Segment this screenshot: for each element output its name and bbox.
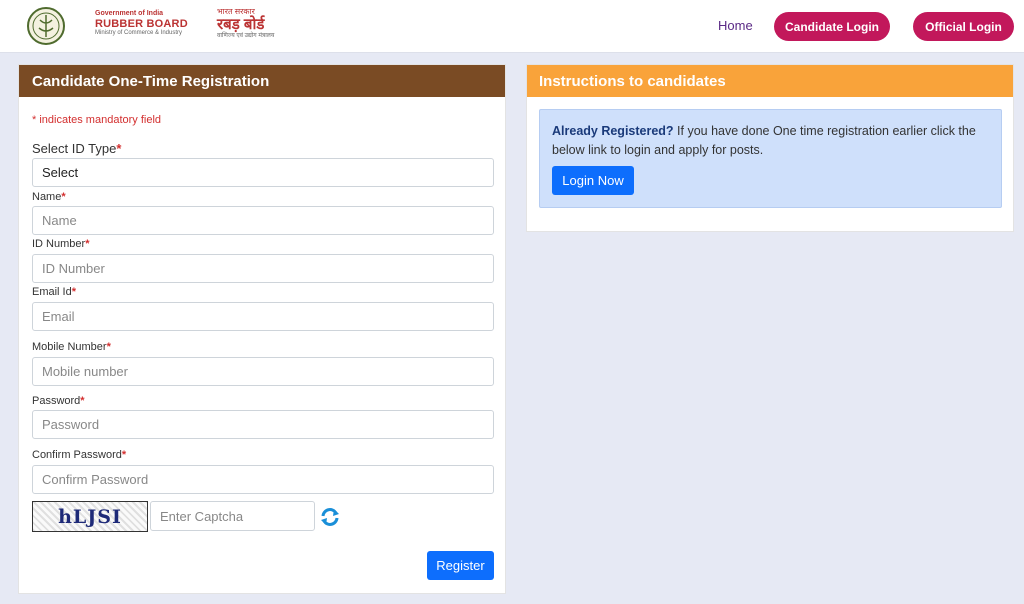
mandatory-note: * indicates mandatory field xyxy=(32,114,162,126)
already-registered-box: Already Registered? If you have done One… xyxy=(539,109,1002,208)
org-hi-line2: रबड़ बोर्ड xyxy=(217,15,265,33)
org-name-english: Government of India RUBBER BOARD Ministr… xyxy=(95,10,188,36)
official-login-button[interactable]: Official Login xyxy=(913,12,1014,41)
required-mark: * xyxy=(80,395,85,407)
email-label: Email Id* xyxy=(32,286,77,298)
required-mark: * xyxy=(106,341,111,353)
password-label: Password* xyxy=(32,395,85,407)
registration-card: Candidate One-Time Registration * indica… xyxy=(18,64,506,594)
id-type-label: Select ID Type* xyxy=(32,141,122,156)
org-line3: Ministry of Commerce & Industry xyxy=(95,29,183,36)
mobile-label: Mobile Number* xyxy=(32,341,111,353)
login-now-button[interactable]: Login Now xyxy=(552,166,634,195)
email-input[interactable]: Email xyxy=(32,302,494,331)
required-mark: * xyxy=(71,286,77,298)
name-label: Name* xyxy=(32,191,66,203)
top-header: Government of India RUBBER BOARD Ministr… xyxy=(0,0,1024,53)
rubber-board-emblem-icon xyxy=(27,7,65,45)
org-line2: RUBBER BOARD xyxy=(95,17,188,30)
required-mark: * xyxy=(116,141,122,156)
id-type-select[interactable]: Select xyxy=(32,158,494,187)
instructions-title: Instructions to candidates xyxy=(527,65,1013,97)
already-registered-heading: Already Registered? xyxy=(552,124,674,138)
registration-title: Candidate One-Time Registration xyxy=(19,65,505,97)
candidate-login-button[interactable]: Candidate Login xyxy=(774,12,890,41)
required-mark: * xyxy=(121,449,127,461)
required-mark: * xyxy=(61,191,66,203)
captcha-input[interactable]: Enter Captcha xyxy=(150,501,315,531)
org-line1: Government of India xyxy=(95,10,164,17)
confirm-password-label: Confirm Password* xyxy=(32,449,127,461)
confirm-password-input[interactable]: Confirm Password xyxy=(32,465,494,494)
id-number-input[interactable]: ID Number xyxy=(32,254,494,283)
org-name-hindi: भारत सरकार रबड़ बोर्ड वाणिज्य एवं उद्योग… xyxy=(217,7,275,40)
captcha-image: hLJSI xyxy=(32,501,148,532)
required-mark: * xyxy=(85,238,90,250)
mobile-input[interactable]: Mobile number xyxy=(32,357,494,386)
id-number-label: ID Number* xyxy=(32,238,90,250)
password-input[interactable]: Password xyxy=(32,410,494,439)
nav-home-link[interactable]: Home xyxy=(718,18,753,33)
org-hi-line3: वाणिज्य एवं उद्योग मंत्रालय xyxy=(217,33,275,40)
name-input[interactable]: Name xyxy=(32,206,494,235)
refresh-captcha-icon[interactable] xyxy=(319,506,341,528)
register-button[interactable]: Register xyxy=(427,551,494,580)
instructions-card: Instructions to candidates Already Regis… xyxy=(526,64,1014,232)
